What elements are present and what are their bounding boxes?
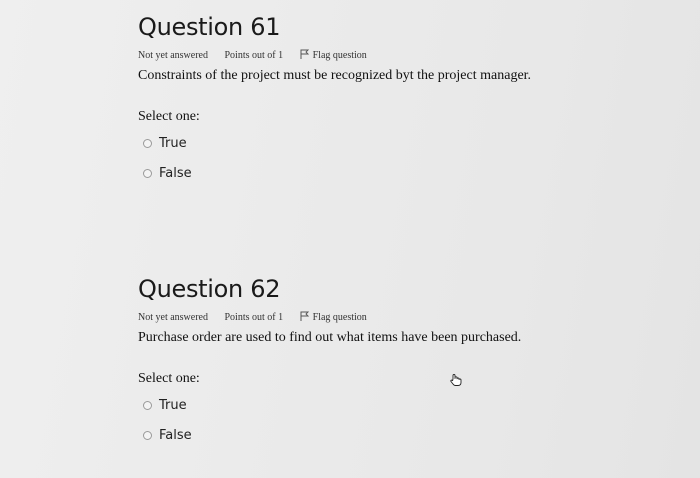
select-one-label: Select one: <box>138 371 200 386</box>
quiz-page: Question 61 Not yet answered Points out … <box>0 0 700 478</box>
answer-options: True False <box>138 132 678 184</box>
question-info: Not yet answered Points out of 1 Flag qu… <box>138 310 678 326</box>
hand-pointer-icon <box>450 374 462 386</box>
question-status: Not yet answered <box>138 50 208 61</box>
answer-option-true[interactable]: True <box>143 394 678 416</box>
question-text: Purchase order are used to find out what… <box>138 330 522 345</box>
flag-question-label: Flag question <box>312 50 367 61</box>
flag-question-link[interactable]: Flag question <box>300 311 381 323</box>
answer-label: False <box>159 165 192 181</box>
answer-label: False <box>159 427 192 443</box>
answer-option-true[interactable]: True <box>143 132 678 154</box>
radio-button-icon[interactable] <box>143 168 152 178</box>
flag-icon <box>300 49 309 59</box>
answer-label: True <box>159 135 187 151</box>
question-points: Points out of 1 <box>224 312 284 323</box>
radio-button-icon[interactable] <box>143 138 152 148</box>
question-61: Question 61 Not yet answered Points out … <box>138 10 678 192</box>
answer-option-false[interactable]: False <box>143 424 678 446</box>
select-one-label: Select one: <box>138 109 200 124</box>
flag-question-label: Flag question <box>312 312 367 323</box>
question-62: Question 62 Not yet answered Points out … <box>138 272 678 454</box>
flag-icon <box>300 311 309 321</box>
flag-question-link[interactable]: Flag question <box>300 49 381 61</box>
radio-button-icon[interactable] <box>143 430 152 440</box>
question-status: Not yet answered <box>138 312 208 323</box>
question-text: Constraints of the project must be recog… <box>138 68 532 83</box>
answer-options: True False <box>138 394 678 446</box>
question-title: Question 61 <box>138 13 281 41</box>
question-info: Not yet answered Points out of 1 Flag qu… <box>138 48 678 64</box>
answer-option-false[interactable]: False <box>143 162 678 184</box>
answer-label: True <box>159 397 187 413</box>
radio-button-icon[interactable] <box>143 400 152 410</box>
question-points: Points out of 1 <box>224 50 284 61</box>
question-title: Question 62 <box>138 275 281 303</box>
